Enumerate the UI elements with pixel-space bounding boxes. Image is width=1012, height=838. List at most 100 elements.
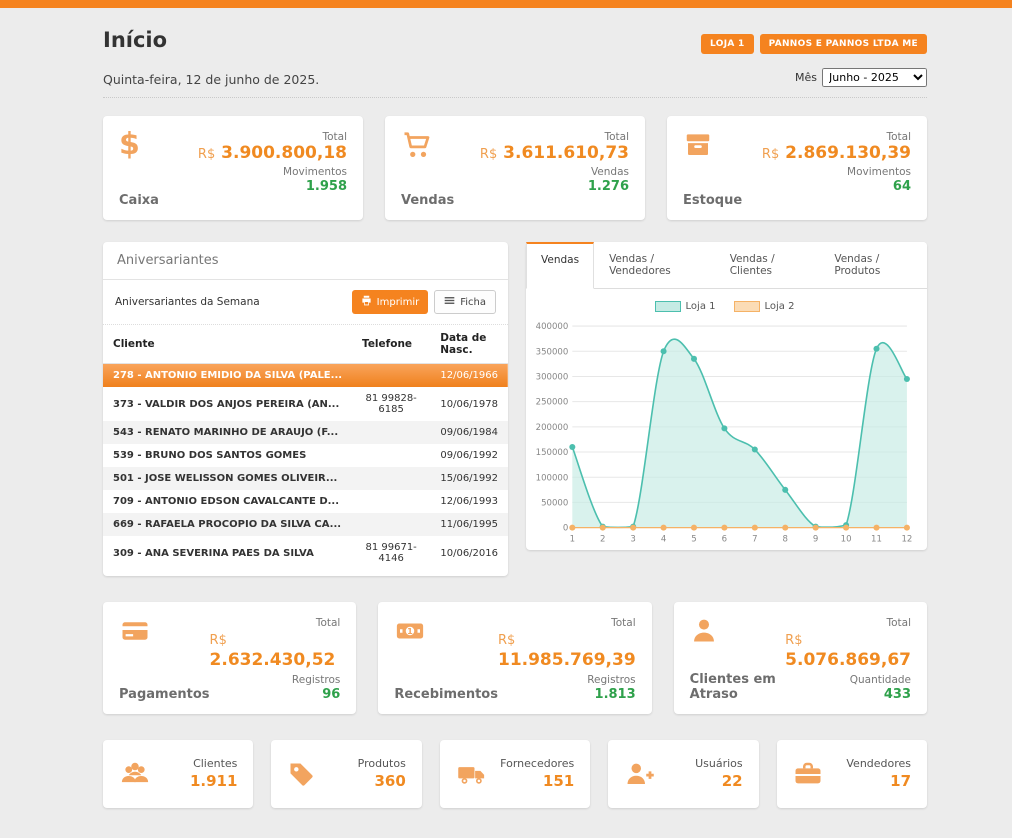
svg-text:11: 11 bbox=[871, 535, 882, 545]
legend-swatch-loja1 bbox=[655, 301, 681, 312]
table-row[interactable]: 709 - ANTONIO EDSON CAVALCANTE D... 12/0… bbox=[103, 490, 508, 513]
table-row[interactable]: 309 - ANA SEVERINA PAES DA SILVA 81 9967… bbox=[103, 536, 508, 570]
stat-right: Total R$ 2.632.430,52 Registros 96 bbox=[210, 615, 341, 702]
mini-value: 22 bbox=[722, 772, 743, 790]
birthdays-toolbar: Aniversariantes da Semana Imprimir Ficha bbox=[103, 280, 508, 325]
money-icon: 1 bbox=[394, 615, 428, 647]
stat-left: $ Caixa bbox=[119, 129, 159, 208]
tab-vendas-produtos[interactable]: Vendas / Produtos bbox=[819, 242, 927, 288]
client-cell: 501 - JOSE WELISSON GOMES OLIVEIR... bbox=[103, 467, 352, 490]
stat-label: Caixa bbox=[119, 193, 159, 208]
total-amount: R$ 2.632.430,52 bbox=[210, 629, 341, 672]
currency-symbol: R$ bbox=[762, 147, 779, 162]
svg-text:7: 7 bbox=[752, 535, 757, 545]
table-header-row: Cliente Telefone Data de Nasc. bbox=[103, 325, 508, 364]
tab-vendas-clientes[interactable]: Vendas / Clientes bbox=[715, 242, 820, 288]
birthdate-cell: 09/06/1984 bbox=[430, 421, 508, 444]
panels-row: Aniversariantes Aniversariantes da Seman… bbox=[103, 242, 927, 576]
client-cell: 309 - ANA SEVERINA PAES DA SILVA bbox=[103, 536, 352, 570]
client-cell: 539 - BRUNO DOS SANTOS GOMES bbox=[103, 444, 352, 467]
mini-card-produtos: Produtos 360 bbox=[271, 740, 421, 808]
amount-value: 11.985.769,39 bbox=[498, 650, 636, 670]
count-value: 1.958 bbox=[306, 179, 347, 194]
count-value: 433 bbox=[884, 687, 911, 702]
birthdays-subtitle: Aniversariantes da Semana bbox=[115, 296, 260, 308]
stat-right: Total R$ 11.985.769,39 Registros 1.813 bbox=[498, 615, 636, 702]
stat-label: Vendas bbox=[401, 193, 454, 208]
birthdate-cell: 12/06/1993 bbox=[430, 490, 508, 513]
mini-label: Clientes bbox=[193, 757, 237, 770]
count-label: Vendas bbox=[591, 166, 629, 178]
stat-right: Total R$ 5.076.869,67 Quantidade 433 bbox=[785, 615, 911, 702]
table-row[interactable]: 373 - VALDIR DOS ANJOS PEREIRA (AN... 81… bbox=[103, 387, 508, 421]
dollar-icon: $ bbox=[119, 129, 153, 161]
total-label: Total bbox=[604, 131, 629, 143]
stat-card-pagamentos: Pagamentos Total R$ 2.632.430,52 Registr… bbox=[103, 602, 356, 714]
mini-right: Produtos 360 bbox=[358, 757, 406, 790]
table-row[interactable]: 539 - BRUNO DOS SANTOS GOMES 09/06/1992 bbox=[103, 444, 508, 467]
stat-label: Estoque bbox=[683, 193, 742, 208]
sales-tabs: Vendas Vendas / Vendedores Vendas / Clie… bbox=[526, 242, 927, 289]
col-cliente: Cliente bbox=[103, 325, 352, 364]
currency-symbol: R$ bbox=[210, 633, 227, 648]
sales-chart: 0500001000001500002000002500003000003500… bbox=[532, 318, 917, 546]
phone-cell bbox=[352, 513, 430, 536]
mini-label: Fornecedores bbox=[500, 757, 574, 770]
legend-label: Loja 2 bbox=[765, 301, 795, 312]
birthdays-panel-title: Aniversariantes bbox=[103, 242, 508, 280]
date-row: Quinta-feira, 12 de junho de 2025. Mês J… bbox=[103, 68, 927, 98]
ficha-button-label: Ficha bbox=[460, 297, 486, 308]
list-icon bbox=[444, 295, 455, 309]
svg-text:250000: 250000 bbox=[536, 398, 569, 408]
svg-text:5: 5 bbox=[691, 535, 696, 545]
stat-right: Total R$ 2.869.130,39 Movimentos 64 bbox=[762, 129, 911, 208]
bottom-stat-cards: Pagamentos Total R$ 2.632.430,52 Registr… bbox=[103, 602, 927, 714]
table-row[interactable]: 501 - JOSE WELISSON GOMES OLIVEIR... 15/… bbox=[103, 467, 508, 490]
stat-card-recebimentos: 1 Recebimentos Total R$ 11.985.769,39 Re… bbox=[378, 602, 651, 714]
table-row[interactable]: 543 - RENATO MARINHO DE ARAUJO (F... 09/… bbox=[103, 421, 508, 444]
truck-icon bbox=[456, 759, 488, 789]
birthdays-panel: Aniversariantes Aniversariantes da Seman… bbox=[103, 242, 508, 576]
stat-left: Clientes em Atraso bbox=[690, 615, 786, 702]
total-label: Total bbox=[316, 617, 341, 629]
svg-text:350000: 350000 bbox=[536, 347, 569, 357]
box-icon bbox=[683, 129, 717, 161]
svg-text:0: 0 bbox=[563, 524, 568, 534]
briefcase-icon bbox=[793, 759, 825, 789]
count-value: 96 bbox=[322, 687, 340, 702]
mini-right: Fornecedores 151 bbox=[500, 757, 574, 790]
svg-text:400000: 400000 bbox=[536, 322, 569, 332]
print-button[interactable]: Imprimir bbox=[352, 290, 429, 314]
birthdays-table: Cliente Telefone Data de Nasc. 278 - ANT… bbox=[103, 325, 508, 570]
tab-vendas-vendedores[interactable]: Vendas / Vendedores bbox=[594, 242, 715, 288]
table-row[interactable]: 278 - ANTONIO EMIDIO DA SILVA (PALE... 1… bbox=[103, 364, 508, 388]
total-label: Total bbox=[886, 131, 911, 143]
mini-card-vendedores: Vendedores 17 bbox=[777, 740, 927, 808]
phone-cell: 81 99671-4146 bbox=[352, 536, 430, 570]
tab-vendas[interactable]: Vendas bbox=[526, 242, 594, 289]
ficha-button[interactable]: Ficha bbox=[434, 290, 496, 314]
people-icon bbox=[119, 759, 151, 789]
col-nasc: Data de Nasc. bbox=[430, 325, 508, 364]
count-value: 1.813 bbox=[595, 687, 636, 702]
store-button[interactable]: LOJA 1 bbox=[701, 34, 754, 54]
mini-right: Usuários 22 bbox=[695, 757, 743, 790]
total-amount: R$ 2.869.130,39 bbox=[762, 143, 911, 164]
count-label: Registros bbox=[587, 674, 635, 686]
month-select[interactable]: Junho - 2025 bbox=[822, 68, 927, 87]
current-date: Quinta-feira, 12 de junho de 2025. bbox=[103, 72, 319, 87]
birthdate-cell: 15/06/1992 bbox=[430, 467, 508, 490]
currency-symbol: R$ bbox=[498, 633, 515, 648]
amount-value: 3.611.610,73 bbox=[503, 143, 629, 163]
amount-value: 2.632.430,52 bbox=[210, 650, 336, 670]
mini-label: Produtos bbox=[358, 757, 406, 770]
phone-cell bbox=[352, 467, 430, 490]
table-row[interactable]: 669 - RAFAELA PROCOPIO DA SILVA CA... 11… bbox=[103, 513, 508, 536]
currency-symbol: R$ bbox=[198, 147, 215, 162]
birthdate-cell: 09/06/1992 bbox=[430, 444, 508, 467]
mini-label: Usuários bbox=[695, 757, 743, 770]
currency-symbol: R$ bbox=[480, 147, 497, 162]
company-button[interactable]: PANNOS E PANNOS LTDA ME bbox=[760, 34, 927, 54]
phone-cell bbox=[352, 490, 430, 513]
stat-left: Estoque bbox=[683, 129, 742, 208]
